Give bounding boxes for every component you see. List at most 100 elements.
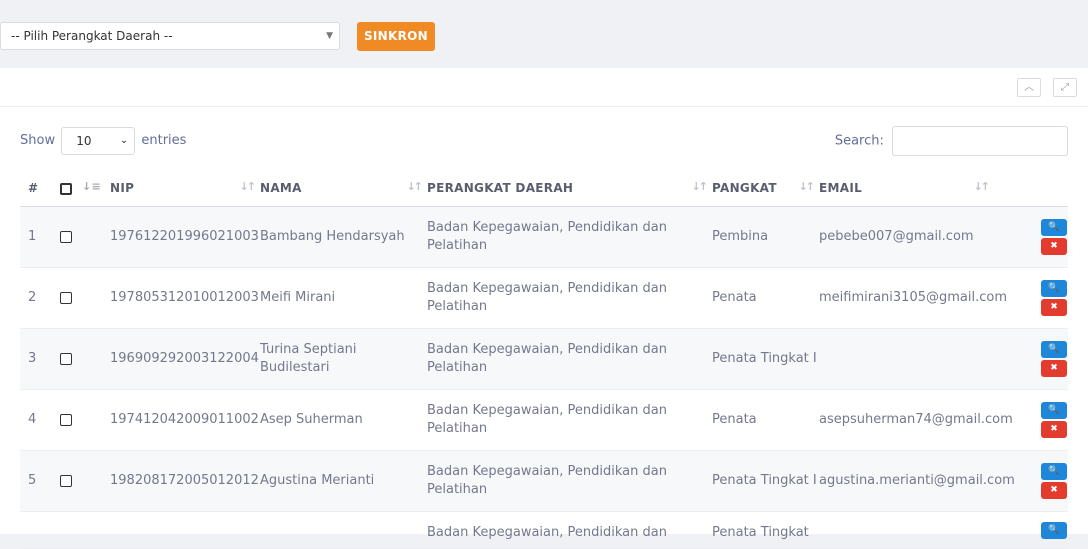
- table-row: 4 197412042009011002 Asep Suherman Badan…: [20, 389, 1068, 451]
- row-checkbox-cell: [40, 267, 110, 329]
- table-row: Badan Kepegawaian, Pendidikan dan Penata…: [20, 511, 1068, 549]
- search-icon[interactable]: 🔍: [1041, 522, 1067, 539]
- nama-cell: Asep Suherman: [260, 389, 427, 451]
- sort-icon: ↓↑: [798, 180, 816, 193]
- header-select-all[interactable]: ↓≡: [40, 170, 110, 207]
- row-checkbox[interactable]: [60, 352, 72, 365]
- nama-cell: [260, 511, 427, 549]
- chevron-down-icon: ▼: [326, 31, 333, 41]
- row-number: [20, 511, 40, 549]
- sinkron-button[interactable]: SINKRON: [357, 22, 435, 51]
- chevron-up-icon[interactable]: ︿: [1017, 78, 1041, 97]
- search-icon[interactable]: 🔍: [1041, 219, 1067, 236]
- sort-icon: ↓↑: [973, 180, 991, 193]
- nama-cell: Meifi Mirani: [260, 267, 427, 329]
- row-checkbox[interactable]: [60, 291, 72, 304]
- sort-icon: ↓↑: [406, 180, 424, 193]
- table-row: 3 196909292003122004 Turina Septiani Bud…: [20, 328, 1068, 390]
- pangkat-cell: Penata Tingkat I: [712, 328, 819, 390]
- perangkat-cell: Badan Kepegawaian, Pendidikan dan: [427, 511, 712, 549]
- header-email[interactable]: EMAIL ↓↑: [819, 170, 1008, 207]
- entries-select[interactable]: 10 ⌄: [61, 126, 136, 155]
- header-nama[interactable]: NAMA ↓↑: [260, 170, 427, 207]
- row-checkbox-cell: [40, 389, 110, 451]
- row-number: 3: [20, 328, 40, 390]
- pangkat-cell: Pembina: [712, 206, 819, 268]
- nip-cell: 197412042009011002: [110, 389, 260, 451]
- table-search: Search:: [835, 126, 1068, 156]
- expand-icon[interactable]: ⤢: [1053, 78, 1077, 97]
- nama-cell: Bambang Hendarsyah: [260, 206, 427, 268]
- nip-cell: 198208172005012012: [110, 450, 260, 512]
- perangkat-cell: Badan Kepegawaian, Pendidikan dan Pelati…: [427, 389, 712, 451]
- pangkat-cell: Penata Tingkat: [712, 511, 819, 549]
- pangkat-cell: Penata: [712, 389, 819, 451]
- perangkat-cell: Badan Kepegawaian, Pendidikan dan Pelati…: [427, 450, 712, 512]
- row-checkbox-cell: [40, 328, 110, 390]
- sort-desc-icon[interactable]: ↓≡: [82, 180, 101, 193]
- search-icon[interactable]: 🔍: [1041, 341, 1067, 358]
- header-index: #: [20, 170, 40, 207]
- row-checkbox[interactable]: [60, 230, 72, 243]
- select-all-checkbox[interactable]: [60, 182, 72, 195]
- row-checkbox-cell: [40, 206, 110, 268]
- row-number: 4: [20, 389, 40, 451]
- row-number: 2: [20, 267, 40, 329]
- row-checkbox[interactable]: [60, 474, 72, 487]
- close-icon[interactable]: ✖: [1041, 360, 1067, 377]
- data-panel: ︿ ⤢ Show 10 ⌄ entries Search: # ↓≡ NIP ↓↑: [0, 68, 1088, 549]
- row-number: 1: [20, 206, 40, 268]
- row-checkbox-cell: [40, 450, 110, 512]
- table-row: 5 198208172005012012 Agustina Merianti B…: [20, 450, 1068, 512]
- close-icon[interactable]: ✖: [1041, 238, 1067, 255]
- header-actions: [1008, 170, 1068, 207]
- actions-cell: 🔍: [1008, 511, 1068, 549]
- search-icon[interactable]: 🔍: [1041, 463, 1067, 480]
- perangkat-cell: Badan Kepegawaian, Pendidikan dan Pelati…: [427, 206, 712, 268]
- filter-bar: -- Pilih Perangkat Daerah -- ▼ SINKRON: [0, 0, 1088, 69]
- email-cell: asepsuherman74@gmail.com: [819, 389, 1013, 451]
- actions-cell: 🔍 ✖: [1008, 328, 1068, 390]
- email-cell: [819, 328, 1008, 390]
- table-row: 1 197612201996021003 Bambang Hendarsyah …: [20, 206, 1068, 268]
- actions-cell: 🔍 ✖: [1008, 450, 1068, 512]
- search-input[interactable]: [892, 126, 1068, 156]
- sort-icon: ↓↑: [239, 180, 257, 193]
- actions-cell: 🔍 ✖: [1008, 267, 1068, 329]
- nip-cell: 196909292003122004: [110, 328, 260, 390]
- pangkat-cell: Penata: [712, 267, 819, 329]
- entries-select-value: 10: [76, 133, 92, 148]
- actions-cell: 🔍 ✖: [1008, 206, 1068, 268]
- table-header-row: # ↓≡ NIP ↓↑ NAMA ↓↑ PERANGKAT DAERAH ↓↑ PAN…: [20, 170, 1068, 207]
- nip-cell: 197805312010012003: [110, 267, 260, 329]
- perangkat-daerah-select[interactable]: -- Pilih Perangkat Daerah -- ▼: [0, 22, 340, 50]
- perangkat-cell: Badan Kepegawaian, Pendidikan dan Pelati…: [427, 328, 712, 390]
- entries-length-control: Show 10 ⌄ entries: [20, 126, 186, 156]
- row-checkbox[interactable]: [60, 413, 72, 426]
- row-checkbox-cell: [40, 511, 110, 549]
- header-pangkat[interactable]: PANGKAT ↓↑: [712, 170, 819, 207]
- nip-cell: [110, 511, 260, 549]
- close-icon[interactable]: ✖: [1041, 482, 1067, 499]
- search-label: Search:: [834, 133, 884, 149]
- panel-header: ︿ ⤢: [0, 68, 1088, 107]
- sort-icon: ↓↑: [691, 180, 709, 193]
- header-perangkat-daerah[interactable]: PERANGKAT DAERAH ↓↑: [427, 170, 712, 207]
- show-label: Show: [20, 133, 56, 148]
- close-icon[interactable]: ✖: [1041, 421, 1067, 438]
- nama-cell: Agustina Merianti: [260, 450, 427, 512]
- email-cell: agustina.merianti@gmail.com: [819, 450, 1015, 512]
- perangkat-daerah-select-value: -- Pilih Perangkat Daerah --: [11, 29, 173, 43]
- search-icon[interactable]: 🔍: [1041, 402, 1067, 419]
- actions-cell: 🔍 ✖: [1008, 389, 1068, 451]
- table-row: 2 197805312010012003 Meifi Mirani Badan …: [20, 267, 1068, 329]
- perangkat-cell: Badan Kepegawaian, Pendidikan dan Pelati…: [427, 267, 712, 329]
- email-cell: meifimirani3105@gmail.com: [819, 267, 1008, 329]
- header-nip[interactable]: NIP ↓↑: [110, 170, 260, 207]
- entries-label: entries: [141, 133, 187, 148]
- close-icon[interactable]: ✖: [1041, 299, 1067, 316]
- email-cell: [819, 511, 1008, 549]
- search-icon[interactable]: 🔍: [1041, 280, 1067, 297]
- nama-cell: Turina Septiani Budilestari: [260, 328, 427, 390]
- nip-cell: 197612201996021003: [110, 206, 260, 268]
